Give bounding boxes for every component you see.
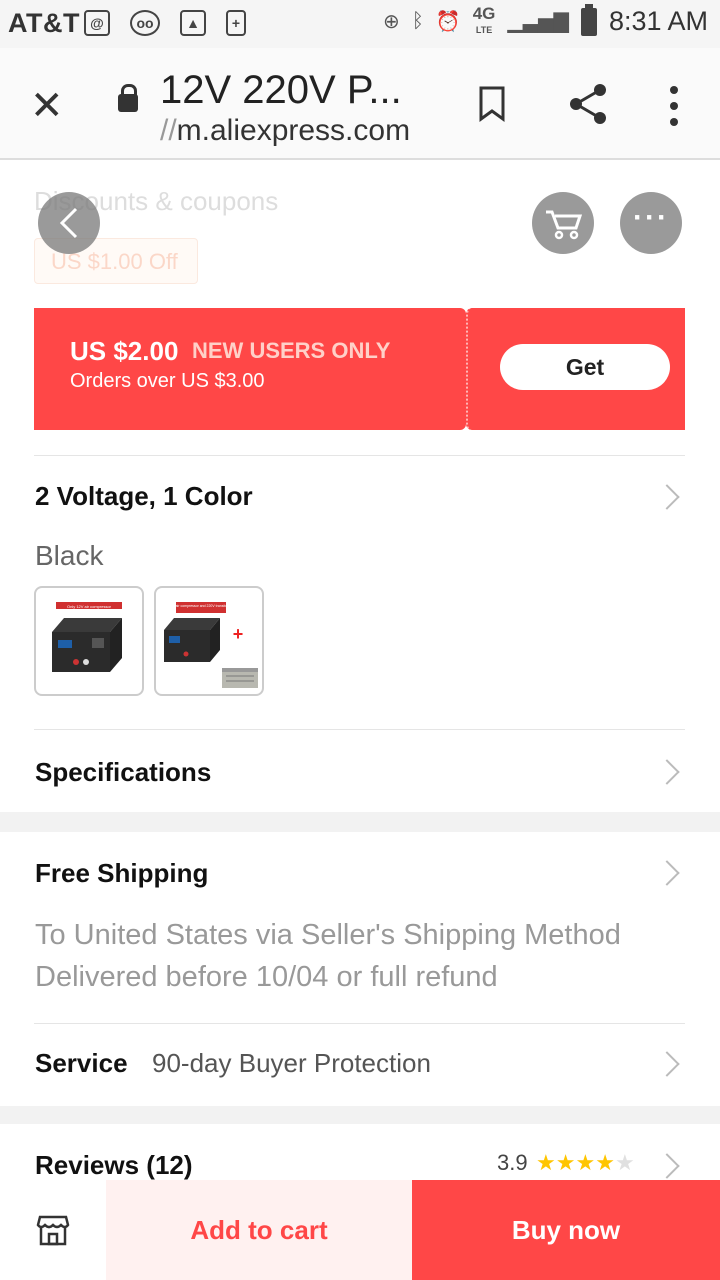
cart-icon <box>546 210 582 240</box>
network-type-icon: 4G LTE <box>472 3 496 35</box>
page-title[interactable]: 12V 220V P... <box>160 68 402 113</box>
store-button[interactable] <box>0 1180 106 1280</box>
section-separator <box>0 1106 720 1124</box>
coupon-amount: US $2.00 <box>70 336 179 366</box>
star-icon: ★ <box>575 1150 596 1175</box>
variant-selector[interactable]: 2 Voltage, 1 Color <box>35 481 253 512</box>
get-coupon-button[interactable]: Get <box>500 344 670 390</box>
buy-now-button[interactable]: Buy now <box>412 1180 720 1280</box>
image-notification-icon: ▲ <box>180 10 206 36</box>
svg-text:Only 12V air compressor: Only 12V air compressor <box>67 604 112 609</box>
variant-thumbnail[interactable]: Only 12V air compressor <box>34 586 144 696</box>
new-user-coupon: US $2.00 NEW USERS ONLY Orders over US $… <box>29 308 690 430</box>
selected-color: Black <box>35 540 104 571</box>
chevron-left-icon <box>59 207 78 239</box>
lock-icon <box>118 84 138 112</box>
rating-value: 3.9 <box>497 1150 528 1175</box>
bottom-action-bar: Add to cart Buy now <box>0 1180 720 1280</box>
browser-toolbar: ✕ 12V 220V P... //m.aliexpress.com <box>0 48 720 160</box>
shipping-details: To United States via Seller's Shipping M… <box>35 914 621 998</box>
ellipsis-icon: ··· <box>633 201 669 234</box>
notification-icons: @ oo ▲ + <box>84 10 246 36</box>
carrier-name: AT&T <box>8 8 80 38</box>
chevron-right-icon[interactable] <box>654 484 680 510</box>
divider <box>34 729 685 730</box>
download-icon: + <box>226 10 246 36</box>
svg-text:12V air compressor and 220V tr: 12V air compressor and 220V transformer <box>168 604 234 608</box>
divider <box>34 1023 685 1024</box>
variant-thumbnail[interactable]: 12V air compressor and 220V transformer … <box>154 586 264 696</box>
store-icon <box>36 1215 70 1246</box>
chevron-right-icon[interactable] <box>654 860 680 886</box>
cart-button[interactable] <box>532 192 594 254</box>
data-saver-icon: ⊕ <box>383 11 400 33</box>
star-icon: ★ <box>614 1150 635 1175</box>
voicemail-icon: oo <box>130 10 160 36</box>
bluetooth-icon: ᛒ <box>411 10 424 32</box>
coupon-condition: Orders over US $3.00 <box>70 370 265 392</box>
section-separator <box>0 812 720 832</box>
coupon-action: Get <box>466 308 690 430</box>
divider <box>34 455 685 456</box>
share-icon[interactable] <box>566 82 610 126</box>
service-value[interactable]: 90-day Buyer Protection <box>152 1048 431 1079</box>
star-icon: ★ <box>536 1150 556 1175</box>
alarm-icon: ⏰ <box>435 11 461 33</box>
coupon-tag: NEW USERS ONLY <box>192 338 391 363</box>
delivery-estimate: Delivered before 10/04 or full refund <box>35 961 498 993</box>
close-tab-icon[interactable]: ✕ <box>30 86 64 126</box>
svg-text:+: + <box>233 624 244 644</box>
signal-icon: ▁▃▅▇ <box>507 11 569 33</box>
bookmark-icon[interactable] <box>478 86 506 122</box>
more-options-button[interactable]: ··· <box>620 192 682 254</box>
url-text[interactable]: //m.aliexpress.com <box>160 114 410 148</box>
chevron-right-icon[interactable] <box>654 1051 680 1077</box>
chevron-right-icon[interactable] <box>654 759 680 785</box>
product-image-compressor-transformer: 12V air compressor and 220V transformer … <box>164 602 258 688</box>
reviews-title[interactable]: Reviews (12) <box>35 1150 193 1181</box>
shipping-title[interactable]: Free Shipping <box>35 858 208 889</box>
add-to-cart-button[interactable]: Add to cart <box>106 1180 412 1280</box>
battery-icon <box>580 3 597 36</box>
chevron-right-icon[interactable] <box>654 1153 680 1179</box>
system-status-icons: ⊕ ᛒ ⏰ 4G LTE ▁▃▅▇ 8:31 AM <box>383 3 708 37</box>
email-notification-icon: @ <box>84 10 110 36</box>
rating-stars: ★★★★★ <box>536 1150 635 1176</box>
service-label: Service <box>35 1048 128 1078</box>
specifications-row[interactable]: Specifications <box>35 757 211 788</box>
product-image-compressor: Only 12V air compressor <box>52 602 122 672</box>
star-icon: ★ <box>595 1150 615 1175</box>
overflow-menu-icon[interactable] <box>664 86 684 126</box>
star-icon: ★ <box>555 1150 576 1175</box>
shipping-method: To United States via Seller's Shipping M… <box>35 919 621 951</box>
coupon-info: US $2.00 NEW USERS ONLY Orders over US $… <box>29 308 466 430</box>
clock: 8:31 AM <box>608 6 708 36</box>
back-button[interactable] <box>38 192 100 254</box>
status-bar: AT&T @ oo ▲ + ⊕ ᛒ ⏰ 4G LTE ▁▃▅▇ 8:31 AM <box>0 0 720 48</box>
